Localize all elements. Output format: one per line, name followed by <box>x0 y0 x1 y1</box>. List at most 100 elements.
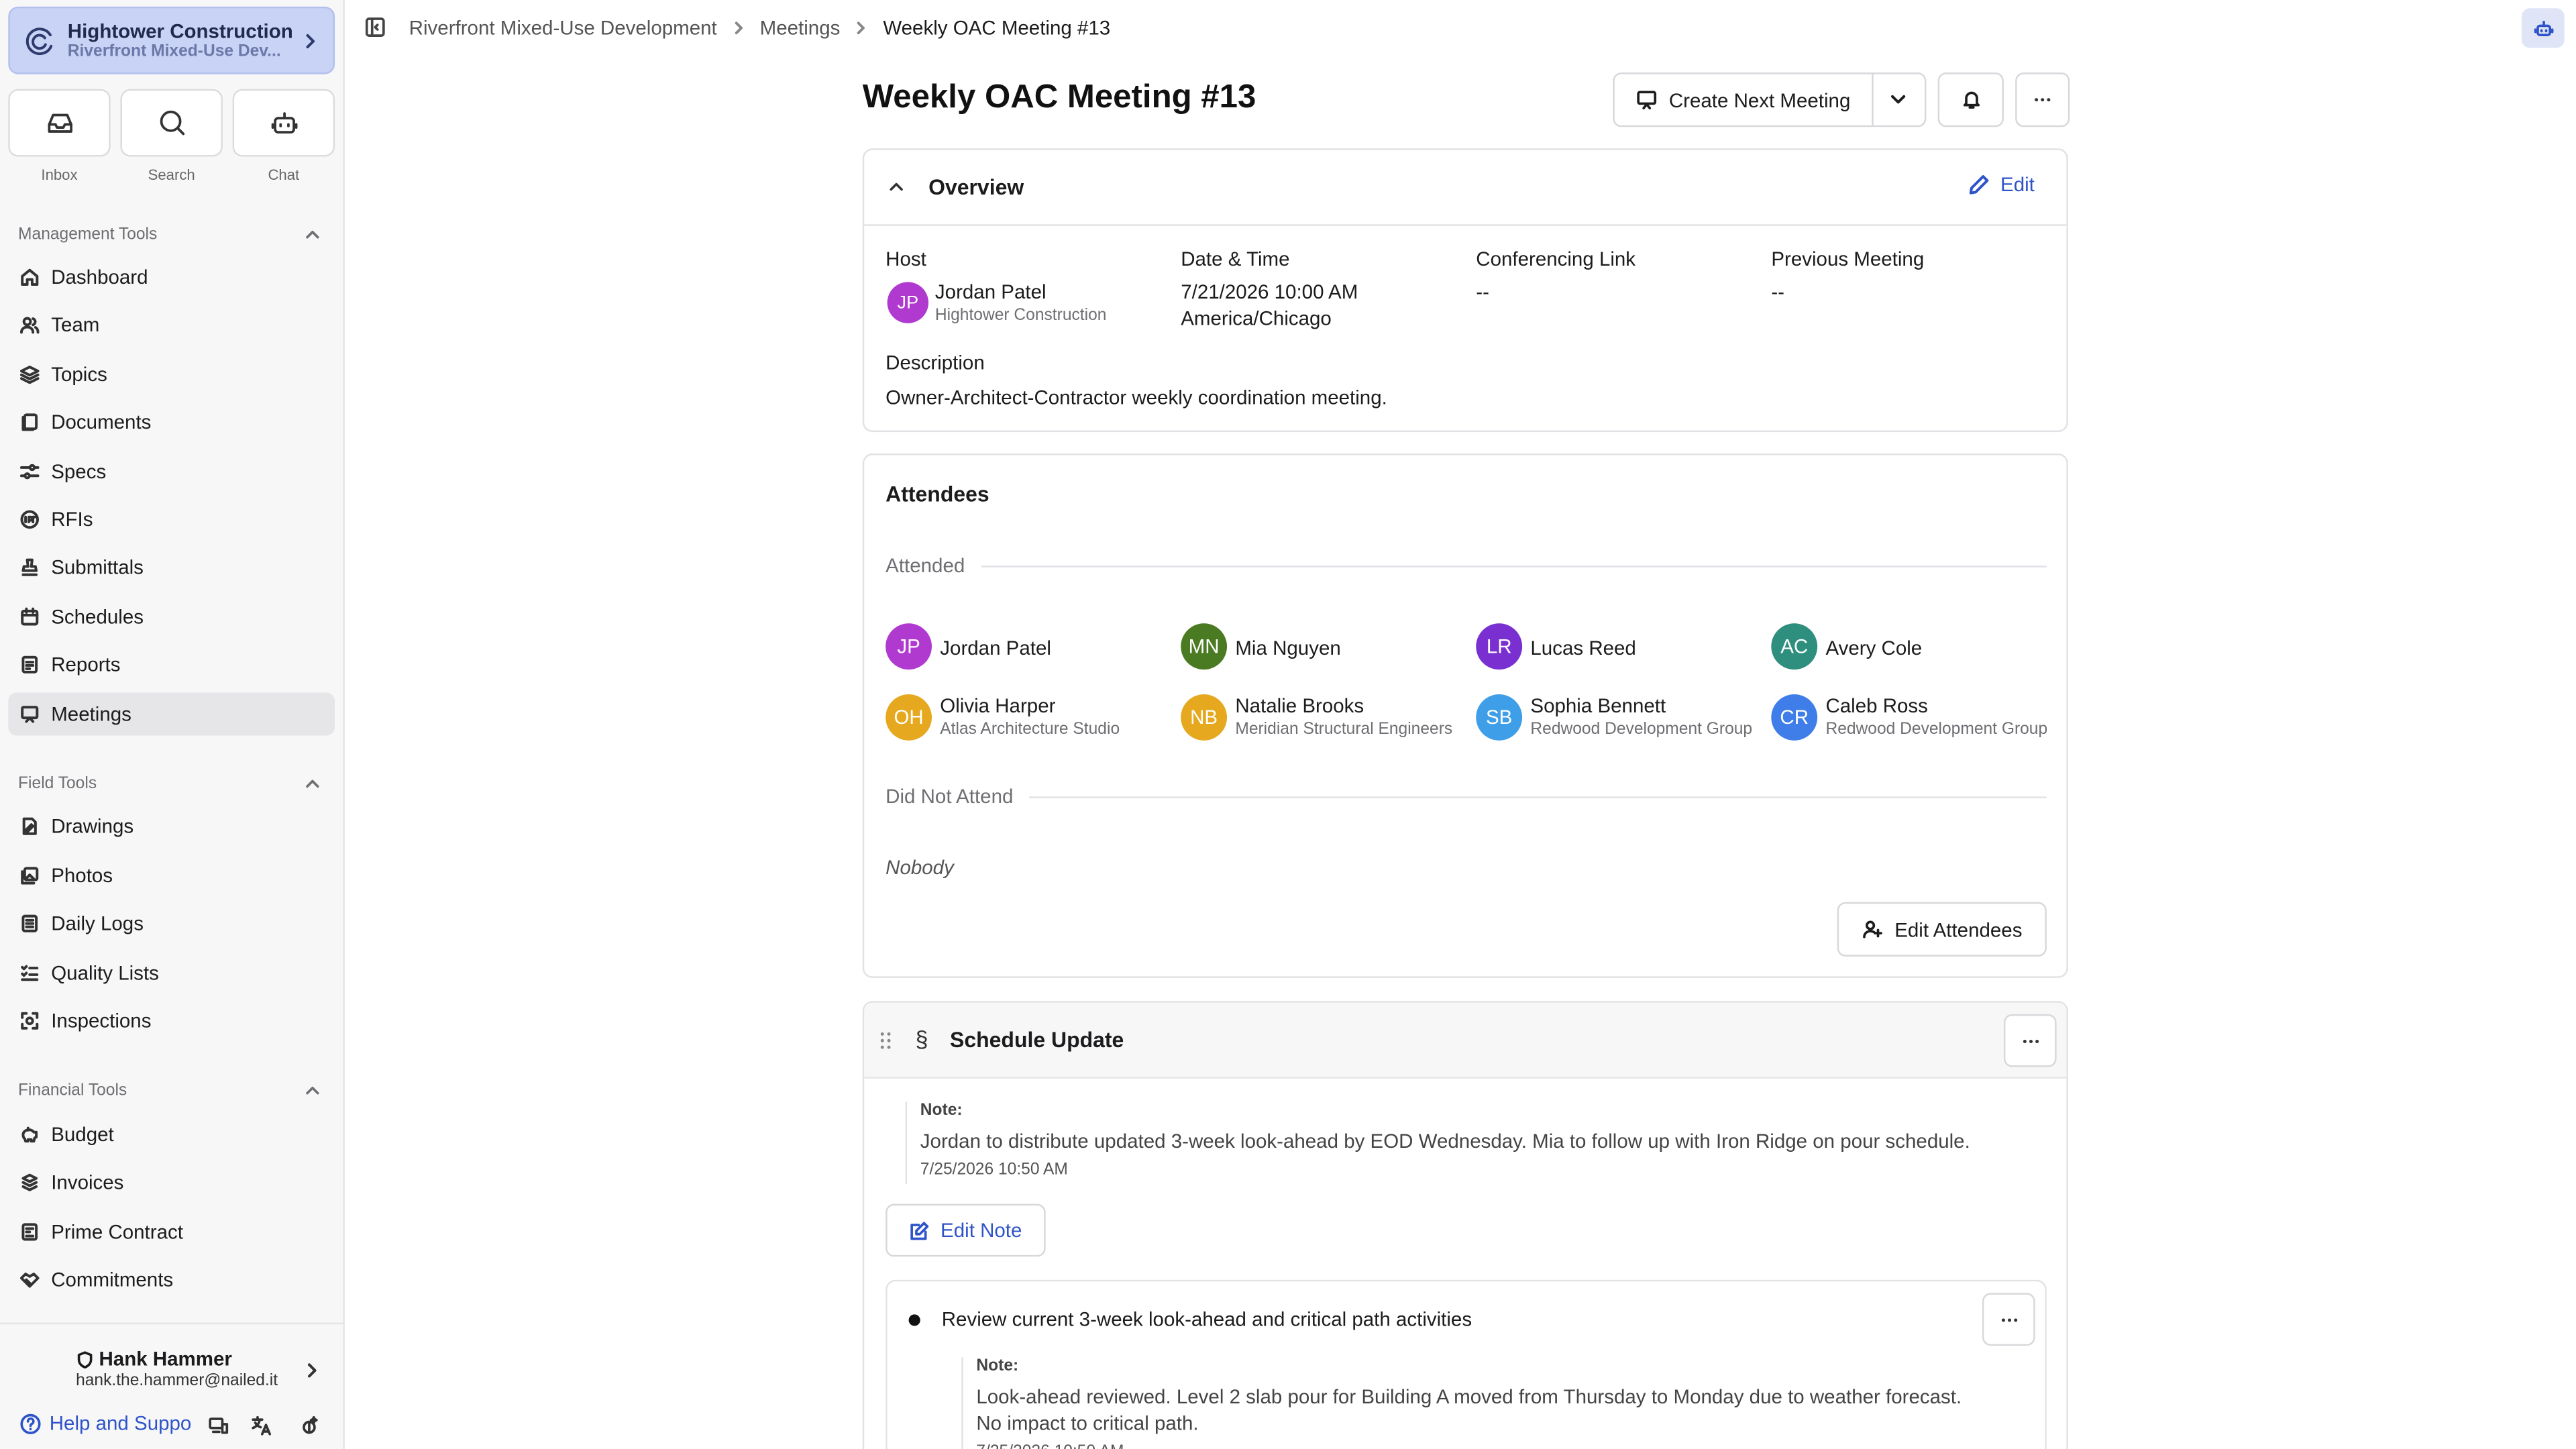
sidebar-item-photos[interactable]: Photos <box>8 854 335 897</box>
did-not-attend-divider: Did Not Attend <box>885 785 2047 808</box>
chevron-up-icon[interactable] <box>888 178 906 197</box>
home-icon <box>20 267 40 287</box>
report-icon <box>20 655 40 675</box>
sidebar-item-schedules[interactable]: Schedules <box>8 595 335 638</box>
chevron-up-icon <box>303 1082 321 1100</box>
section-more-button[interactable] <box>2003 1014 2057 1067</box>
inbox-button[interactable] <box>8 89 111 157</box>
management-tools-header[interactable]: Management Tools <box>18 226 321 244</box>
bullet-icon <box>908 1314 920 1326</box>
attendee-name: Lucas Reed <box>1530 636 1636 660</box>
more-actions-button[interactable] <box>2015 72 2070 127</box>
attendees-title: Attendees <box>885 481 989 506</box>
attendees-card: Attendees Attended JP Jordan Patel MN Mi… <box>862 453 2068 978</box>
assistant-button[interactable] <box>2521 8 2565 48</box>
log-icon <box>20 914 40 934</box>
avatar: JP <box>885 623 932 670</box>
note-date: 7/25/2026 10:50 AM <box>920 1161 1068 1179</box>
edit-attendees-button[interactable]: Edit Attendees <box>1837 902 2047 957</box>
financial-tools-header[interactable]: Financial Tools <box>18 1082 321 1100</box>
page-title: Weekly OAC Meeting #13 <box>862 79 1256 116</box>
edit-note-icon <box>909 1220 930 1241</box>
avatar: OH <box>885 694 932 741</box>
attendee-name: Mia Nguyen <box>1235 636 1341 660</box>
overview-header[interactable]: Overview Edit <box>864 150 2067 226</box>
sidebar-item-quality-lists[interactable]: Quality Lists <box>8 951 335 994</box>
edit-note-button[interactable]: Edit Note <box>885 1203 1046 1257</box>
devices-icon[interactable] <box>208 1415 229 1436</box>
sidebar-item-reports[interactable]: Reports <box>8 643 335 686</box>
sidebar: Hightower Construction Riverfront Mixed-… <box>0 0 345 1449</box>
edit-overview-button[interactable]: Edit <box>1968 173 2035 197</box>
search-label: Search <box>148 166 195 183</box>
avatar: CR <box>1771 694 1818 741</box>
sidebar-item-invoices[interactable]: Invoices <box>8 1161 335 1204</box>
more-horizontal-icon <box>1998 1309 2019 1330</box>
chevron-down-icon <box>1888 89 1910 111</box>
section-note: Note: Jordan to distribute updated 3-wee… <box>905 1102 2043 1185</box>
avatar: NB <box>1181 694 1228 741</box>
sidebar-item-budget[interactable]: Budget <box>8 1113 335 1156</box>
chat-label: Chat <box>268 166 300 183</box>
item-more-button[interactable] <box>1982 1293 2035 1346</box>
chevron-right-icon <box>853 20 870 37</box>
breadcrumb-current: Weekly OAC Meeting #13 <box>883 16 1111 40</box>
attendee-org: Redwood Development Group <box>1530 720 1753 739</box>
attendee-name: Olivia Harper <box>940 694 1056 718</box>
chevron-right-icon <box>730 20 747 37</box>
sidebar-item-submittals[interactable]: Submittals <box>8 546 335 589</box>
layers-icon <box>19 364 40 384</box>
attendee-name: Caleb Ross <box>1825 694 1928 718</box>
field-tools-header[interactable]: Field Tools <box>18 775 321 793</box>
section-title: Schedule Update <box>950 1027 1124 1053</box>
sidebar-item-commitments[interactable]: Commitments <box>8 1258 335 1301</box>
quick-actions: Inbox Search Chat <box>8 89 335 183</box>
stamp-icon <box>20 557 40 578</box>
agenda-item: Review current 3-week look-ahead and cri… <box>885 1279 2047 1449</box>
sidebar-item-daily-logs[interactable]: Daily Logs <box>8 902 335 945</box>
user-name: Hank Hammer <box>76 1348 232 1371</box>
nobody-text: Nobody <box>885 855 954 879</box>
attendee-org: Redwood Development Group <box>1825 720 2048 739</box>
notifications-button[interactable] <box>1937 72 2004 127</box>
search-icon <box>156 107 187 139</box>
chat-button[interactable] <box>232 89 335 157</box>
sidebar-item-inspections[interactable]: Inspections <box>8 1000 335 1042</box>
breadcrumb-project[interactable]: Riverfront Mixed-Use Development <box>409 17 717 40</box>
sidebar-item-topics[interactable]: Topics <box>8 353 335 396</box>
sidebar-item-team[interactable]: Team <box>8 303 335 346</box>
create-options-button[interactable] <box>1872 72 1927 127</box>
attendee-org: Meridian Structural Engineers <box>1235 720 1453 739</box>
sidebar-item-meetings[interactable]: Meetings <box>8 692 335 736</box>
avatar: MN <box>1181 623 1228 670</box>
help-link[interactable]: Help and Suppo <box>20 1411 201 1435</box>
chevron-right-icon <box>300 30 320 50</box>
translate-icon[interactable] <box>251 1415 272 1436</box>
agenda-section-card: § Schedule Update Note: Jordan to distri… <box>862 1001 2068 1449</box>
sidebar-item-specs[interactable]: Specs <box>8 450 335 493</box>
inbox-icon <box>44 107 75 139</box>
sidebar-item-dashboard[interactable]: Dashboard <box>8 256 335 299</box>
scan-icon <box>20 1011 40 1031</box>
sidebar-toggle-icon[interactable] <box>364 17 386 38</box>
host-name: Jordan Patel <box>934 280 1046 304</box>
photo-icon <box>20 866 40 886</box>
breadcrumb-meetings[interactable]: Meetings <box>760 17 841 40</box>
create-next-meeting-button[interactable]: Create Next Meeting <box>1613 72 1874 127</box>
sidebar-item-prime-contract[interactable]: Prime Contract <box>8 1210 335 1253</box>
timezone-value: America/Chicago <box>1181 307 1332 330</box>
org-switcher[interactable]: Hightower Construction Riverfront Mixed-… <box>8 6 335 74</box>
sidebar-item-documents[interactable]: Documents <box>8 400 335 443</box>
theme-icon[interactable] <box>299 1415 320 1436</box>
previous-meeting-label: Previous Meeting <box>1771 247 1925 271</box>
drawing-icon <box>20 816 40 837</box>
sidebar-item-rfis[interactable]: RFIs <box>8 498 335 541</box>
date-value: 7/21/2026 10:00 AM <box>1181 280 1358 304</box>
sidebar-item-drawings[interactable]: Drawings <box>8 805 335 848</box>
checklist-icon <box>20 963 40 983</box>
search-button[interactable] <box>120 89 223 157</box>
user-panel[interactable]: Hank Hammer hank.the.hammer@nailed.it He… <box>0 1322 343 1449</box>
presentation-icon <box>1636 89 1658 111</box>
presentation-icon <box>20 704 40 724</box>
drag-handle-icon[interactable] <box>877 1029 894 1052</box>
